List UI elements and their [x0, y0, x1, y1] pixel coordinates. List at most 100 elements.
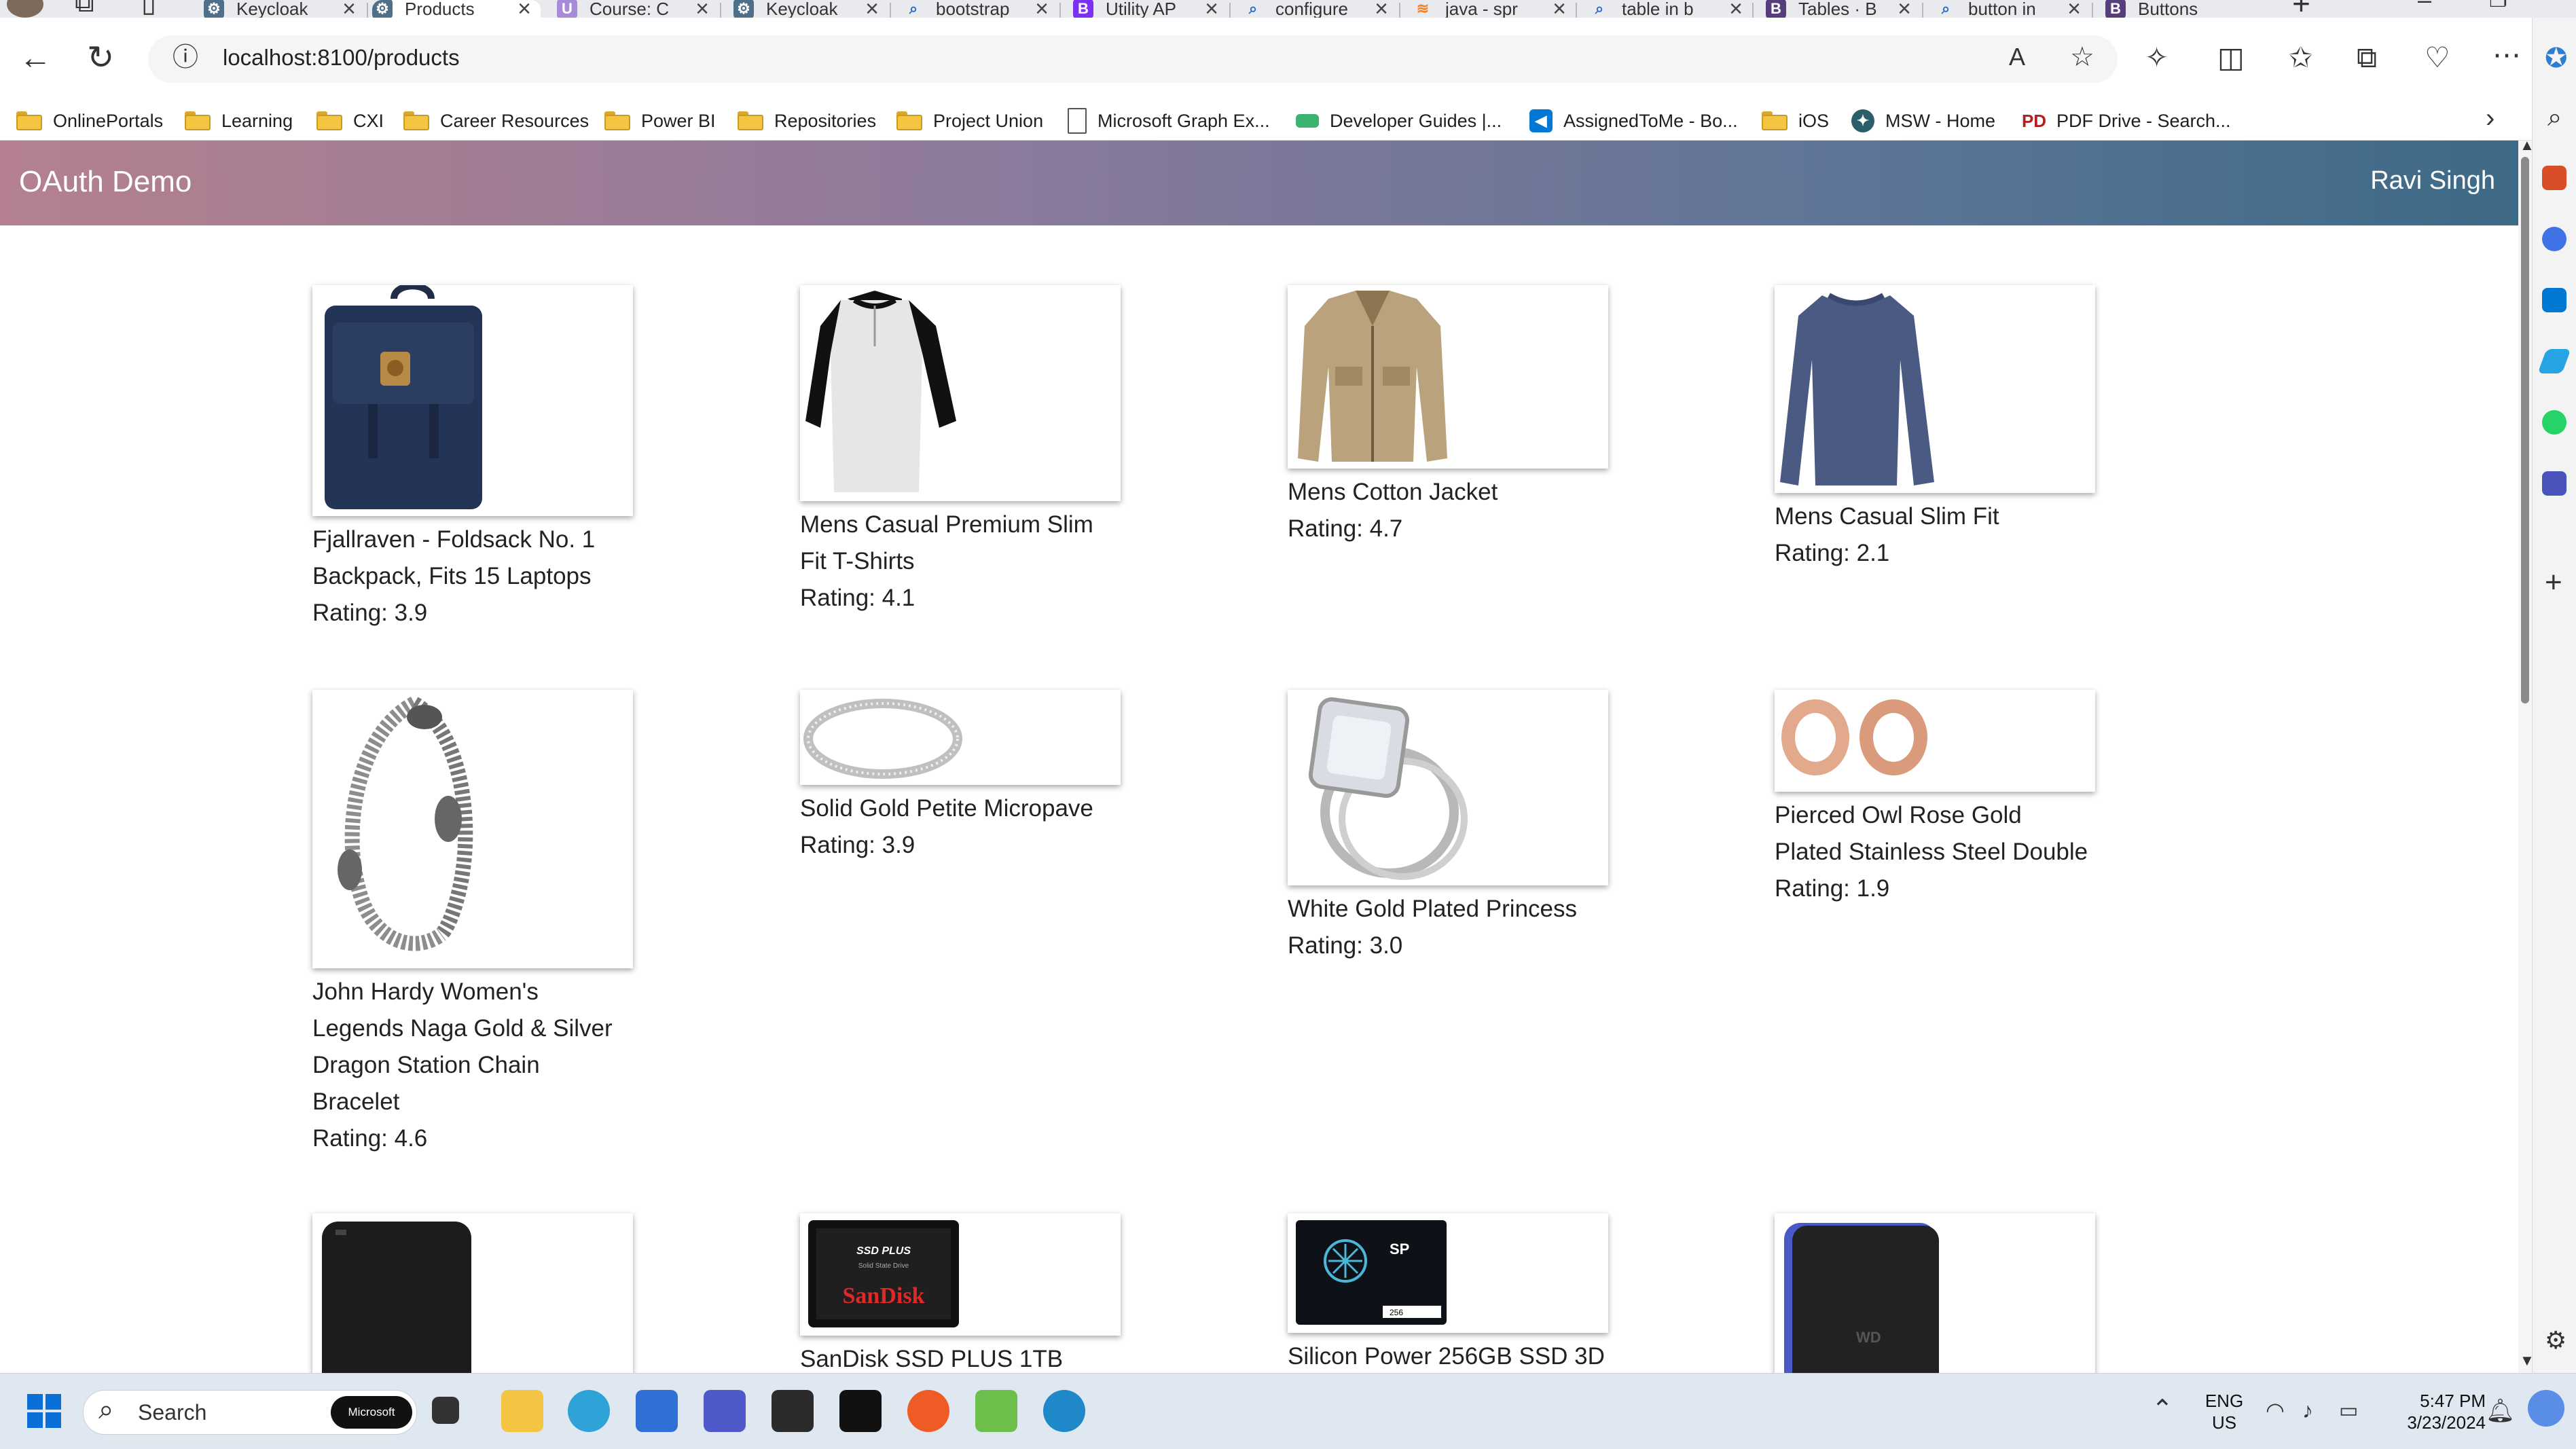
bookmark-onlineportals[interactable]: OnlinePortals [16, 107, 163, 134]
minimize-window-icon[interactable]: – [2418, 0, 2431, 12]
tab-course[interactable]: U Course: C × [557, 0, 719, 18]
bookmark-career-resources[interactable]: Career Resources [403, 107, 589, 134]
shopping-icon[interactable] [2542, 166, 2566, 190]
split-screen-icon[interactable]: ◫ [2217, 43, 2245, 72]
search-sidebar-icon[interactable]: ⌕ [2547, 105, 2562, 130]
bookmark-ios[interactable]: iOS [1762, 107, 1829, 134]
bookmark-msw-home[interactable]: ✦ MSW - Home [1851, 107, 1995, 134]
product-card-slim-fit-shirt[interactable]: Mens Casual Slim Fit Rating: 2.1 [1775, 285, 2095, 572]
product-card-rose-gold-plugs[interactable]: Pierced Owl Rose Gold Plated Stainless S… [1775, 690, 2095, 907]
profile-avatar-icon[interactable] [7, 0, 43, 18]
close-tab-icon[interactable]: × [518, 0, 531, 18]
add-sidebar-app-icon[interactable]: + [2545, 568, 2562, 598]
site-info-icon[interactable]: ⓘ [173, 45, 198, 71]
page-scrollbar[interactable]: ▲ ▼ [2518, 138, 2535, 1373]
browser-essentials-icon[interactable]: ♡ [2425, 43, 2450, 72]
tab-table-in-b[interactable]: ⌕ table in b × [1589, 0, 1752, 18]
tab-keycloak-2[interactable]: ⚙ Keycloak × [733, 0, 888, 18]
windows-start-icon[interactable] [23, 1390, 65, 1432]
terminal-icon[interactable] [772, 1390, 814, 1432]
volume-icon[interactable]: ♪ [2302, 1399, 2313, 1421]
close-tab-icon[interactable]: × [865, 0, 879, 18]
back-arrow-icon[interactable]: ← [19, 42, 52, 75]
close-tab-icon[interactable]: × [1553, 0, 1566, 18]
navbar-brand[interactable]: OAuth Demo [19, 165, 192, 199]
more-options-icon[interactable]: ⋯ [2492, 41, 2521, 69]
teams-taskbar-icon[interactable] [704, 1390, 746, 1432]
wifi-icon[interactable]: ◠ [2266, 1399, 2285, 1421]
favorite-star-icon[interactable]: ☆ [2070, 43, 2094, 71]
product-card-cotton-jacket[interactable]: Mens Cotton Jacket Rating: 4.7 [1288, 285, 1608, 547]
microsoft-store-icon[interactable] [636, 1390, 678, 1432]
tab-utility-api[interactable]: B Utility AP × [1073, 0, 1228, 18]
product-card-micropave-ring[interactable]: Solid Gold Petite Micropave Rating: 3.9 [800, 690, 1121, 864]
taskbar-search-box[interactable]: ⌕ Search Microsoft [83, 1390, 417, 1435]
product-card-backpack[interactable]: Fjallraven - Foldsack No. 1 Backpack, Fi… [312, 285, 633, 631]
vertical-tabs-icon[interactable]: ▯ [141, 0, 156, 16]
paint-icon[interactable] [975, 1390, 1017, 1432]
refresh-icon[interactable]: ↻ [87, 42, 114, 75]
bookmark-power-bi[interactable]: Power BI [604, 107, 716, 134]
product-card-princess-ring[interactable]: White Gold Plated Princess Rating: 3.0 [1288, 690, 1608, 964]
copilot-app-icon[interactable] [2542, 227, 2566, 251]
tab-buttons[interactable]: B Buttons [2105, 0, 2267, 18]
tab-products[interactable]: ⚙ Products × [372, 0, 541, 18]
whatsapp-icon[interactable] [2542, 410, 2566, 435]
close-tab-icon[interactable]: × [1375, 0, 1388, 18]
bookmark-assignedtome[interactable]: ◀ AssignedToMe - Bo... [1529, 107, 1738, 134]
close-tab-icon[interactable]: × [2067, 0, 2081, 18]
tab-keycloak-1[interactable]: ⚙ Keycloak × [204, 0, 365, 18]
tab-bootstrap[interactable]: ⌕ bootstrap × [903, 0, 1058, 18]
close-tab-icon[interactable]: × [695, 0, 709, 18]
task-view-icon[interactable] [432, 1397, 459, 1424]
workspaces-icon[interactable]: ⧉ [75, 0, 94, 16]
product-card-sandisk-ssd[interactable]: SSD PLUS Solid State Drive SanDisk SanDi… [800, 1213, 1121, 1373]
tab-configure[interactable]: ⌕ configure × [1243, 0, 1398, 18]
edge-browser-icon[interactable] [568, 1390, 610, 1432]
copilot-icon[interactable]: ✪ [2545, 45, 2568, 72]
close-tab-icon[interactable]: × [1035, 0, 1049, 18]
close-tab-icon[interactable]: × [342, 0, 356, 18]
product-card-silicon-power-ssd[interactable]: SP 256 Silicon Power 256GB SSD 3D [1288, 1213, 1608, 1373]
new-tab-icon[interactable]: + [2292, 0, 2310, 18]
teams-icon[interactable] [2542, 471, 2566, 496]
bookmark-project-union[interactable]: Project Union [896, 107, 1043, 134]
extensions-icon[interactable]: ✧ [2145, 43, 2169, 72]
close-tab-icon[interactable]: × [1729, 0, 1743, 18]
intellij-icon[interactable] [839, 1390, 882, 1432]
tray-overflow-chevron-icon[interactable]: ⌃ [2152, 1397, 2173, 1423]
bookmark-microsoft-graph[interactable]: Microsoft Graph Ex... [1068, 107, 1270, 134]
product-card-wd-gaming-drive[interactable]: WD [1775, 1213, 2095, 1373]
sidebar-settings-icon[interactable]: ⚙ [2545, 1328, 2566, 1353]
language-indicator[interactable]: ENG US [2200, 1390, 2248, 1433]
bookmark-pdf-drive[interactable]: PD PDF Drive - Search... [2022, 107, 2231, 134]
edge-dev-icon[interactable] [1043, 1390, 1085, 1432]
favorites-icon[interactable]: ✩ [2289, 43, 2312, 72]
notification-bell-icon[interactable]: 🔔︎ [2486, 1399, 2515, 1423]
postman-icon[interactable] [907, 1390, 949, 1432]
product-card-wd-hard-drive[interactable] [312, 1213, 633, 1373]
system-clock[interactable]: 5:47 PM 3/23/2024 [2384, 1390, 2486, 1433]
close-tab-icon[interactable]: × [1205, 0, 1218, 18]
bookmark-repositories[interactable]: Repositories [738, 107, 876, 134]
address-bar[interactable]: ⓘ localhost:8100/products A ☆ [148, 35, 2118, 83]
bookmark-learning[interactable]: Learning [185, 107, 293, 134]
copilot-taskbar-icon[interactable] [2528, 1390, 2564, 1427]
navbar-user-name[interactable]: Ravi Singh [2370, 166, 2495, 196]
file-explorer-icon[interactable] [501, 1390, 543, 1432]
close-tab-icon[interactable]: × [1898, 0, 1911, 18]
battery-icon[interactable]: ▭ [2339, 1401, 2358, 1421]
product-card-dragon-bracelet[interactable]: John Hardy Women's Legends Naga Gold & S… [312, 690, 633, 1157]
restore-window-icon[interactable]: ❐ [2489, 0, 2507, 11]
read-aloud-icon[interactable]: A [2009, 45, 2025, 69]
tab-java-spring[interactable]: ≋ java - spr × [1413, 0, 1576, 18]
collections-icon[interactable]: ⧉ [2357, 43, 2377, 72]
outlook-icon[interactable] [2542, 288, 2566, 312]
send-icon[interactable] [2537, 349, 2571, 373]
bookmarks-overflow-chevron-icon[interactable]: › [2486, 105, 2495, 132]
product-card-henley-shirt[interactable]: Mens Casual Premium Slim Fit T-Shirts Ra… [800, 285, 1121, 617]
tab-button-in[interactable]: ⌕ button in × [1936, 0, 2090, 18]
tab-tables-bootstrap[interactable]: B Tables · B × [1766, 0, 1921, 18]
bookmark-developer-guides[interactable]: Developer Guides |... [1296, 107, 1502, 134]
bookmark-cxi[interactable]: CXI [316, 107, 384, 134]
